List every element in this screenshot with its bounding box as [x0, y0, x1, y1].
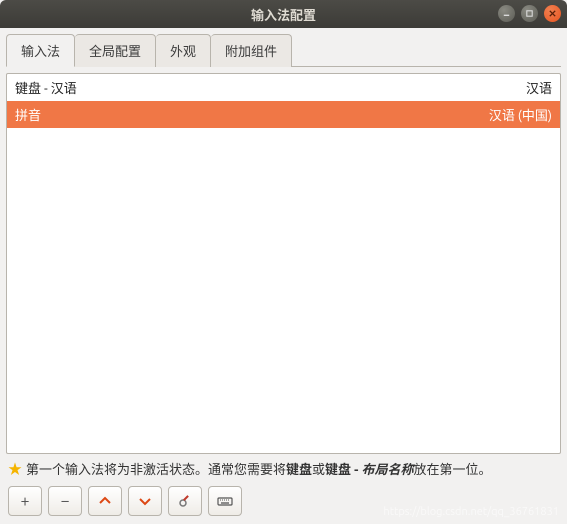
im-name: 拼音	[15, 105, 41, 124]
maximize-button[interactable]	[521, 5, 538, 22]
minus-icon: −	[60, 492, 69, 510]
window-title: 输入法配置	[251, 5, 316, 24]
move-down-button[interactable]	[128, 486, 162, 516]
im-name: 键盘 - 汉语	[15, 78, 77, 97]
hint-suffix: 放在第一位。	[413, 463, 491, 477]
tab-global-config[interactable]: 全局配置	[75, 34, 156, 67]
tab-addons[interactable]: 附加组件	[211, 34, 292, 67]
hint-mid: 或	[312, 463, 325, 477]
move-up-button[interactable]	[88, 486, 122, 516]
remove-button[interactable]: −	[48, 486, 82, 516]
add-button[interactable]: +	[8, 486, 42, 516]
tab-label: 全局配置	[89, 45, 141, 59]
tab-appearance[interactable]: 外观	[156, 34, 211, 67]
minimize-button[interactable]	[498, 5, 515, 22]
hint-text: ★ 第一个输入法将为非激活状态。通常您需要将键盘或键盘 - 布局名称放在第一位。	[6, 454, 561, 484]
titlebar: 输入法配置	[0, 0, 567, 28]
chevron-up-icon	[97, 493, 113, 509]
im-lang: 汉语	[526, 78, 552, 97]
plus-icon: +	[20, 492, 29, 510]
tab-bar: 输入法 全局配置 外观 附加组件	[6, 34, 561, 67]
tab-label: 附加组件	[225, 45, 277, 59]
hint-bold2: 键盘 -	[325, 463, 361, 477]
im-lang: 汉语 (中国)	[489, 105, 552, 124]
tab-label: 外观	[170, 45, 196, 59]
star-icon: ★	[8, 460, 22, 480]
hint-prefix: 第一个输入法将为非激活状态。通常您需要将	[26, 463, 286, 477]
keyboard-button[interactable]	[208, 486, 242, 516]
gear-icon	[177, 493, 193, 509]
chevron-down-icon	[137, 493, 153, 509]
tab-label: 输入法	[21, 45, 60, 59]
input-method-list[interactable]: 键盘 - 汉语 汉语 拼音 汉语 (中国)	[6, 73, 561, 454]
keyboard-icon	[217, 493, 233, 509]
list-item[interactable]: 键盘 - 汉语 汉语	[7, 74, 560, 101]
toolbar: + −	[6, 484, 561, 518]
hint-bold1: 键盘	[286, 463, 312, 477]
hint-italic: 布局名称	[361, 463, 413, 477]
tab-input-method[interactable]: 输入法	[6, 34, 75, 67]
configure-button[interactable]	[168, 486, 202, 516]
list-item[interactable]: 拼音 汉语 (中国)	[7, 101, 560, 128]
close-button[interactable]	[544, 5, 561, 22]
